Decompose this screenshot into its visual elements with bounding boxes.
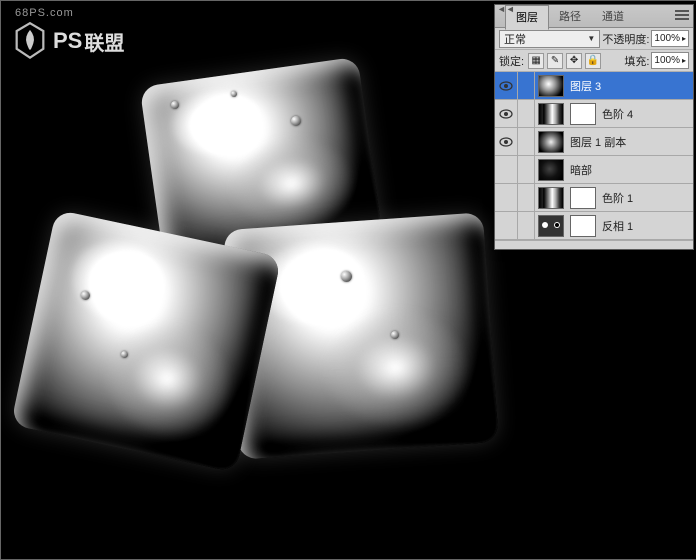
blend-opacity-row: 正常 ▼ 不透明度: 100%▸ (495, 28, 693, 50)
layer-name[interactable]: 图层 3 (570, 78, 601, 94)
flame-logo-icon (13, 21, 47, 61)
watermark-url: 68PS.com (15, 7, 124, 19)
lock-fill-row: 锁定: ▦ ✎ ✥ 🔒 填充: 100%▸ (495, 50, 693, 72)
layer-thumbnail[interactable] (538, 159, 564, 181)
watermark-brand-en: PS (53, 28, 82, 54)
lock-transparent-icon[interactable]: ▦ (528, 53, 544, 69)
ice-cube (11, 209, 282, 472)
tab-paths[interactable]: 路径 (549, 5, 592, 28)
layer-row[interactable]: 暗部 (495, 156, 693, 184)
lock-buttons: ▦ ✎ ✥ 🔒 (528, 53, 601, 69)
layer-name[interactable]: 色阶 1 (602, 190, 633, 206)
fill-label: 填充: (624, 53, 649, 69)
link-column[interactable] (518, 184, 535, 211)
layers-list: 图层 3 色阶 4 图层 1 副本 暗部 (495, 72, 693, 240)
lock-all-icon[interactable]: 🔒 (585, 53, 601, 69)
panel-tabs: ◄◄ 图层 路径 通道 (495, 5, 693, 28)
panel-menu-icon[interactable] (675, 9, 689, 24)
tab-channels[interactable]: 通道 (592, 5, 635, 28)
panel-footer (495, 240, 693, 249)
mask-thumbnail[interactable] (570, 187, 596, 209)
watermark: 68PS.com PS 联盟 (13, 7, 124, 61)
layer-row[interactable]: 图层 1 副本 (495, 128, 693, 156)
layer-thumbnail[interactable] (538, 75, 564, 97)
lock-pixels-icon[interactable]: ✎ (547, 53, 563, 69)
link-column[interactable] (518, 128, 535, 155)
visibility-toggle[interactable] (495, 184, 518, 211)
visibility-toggle[interactable] (495, 100, 518, 127)
adjustment-thumbnail[interactable] (538, 187, 564, 209)
layer-name[interactable]: 暗部 (570, 162, 592, 178)
chevron-icon: ▸ (682, 34, 686, 43)
link-column[interactable] (518, 100, 535, 127)
layer-row[interactable]: 反相 1 (495, 212, 693, 240)
layer-row[interactable]: 图层 3 (495, 72, 693, 100)
layer-row[interactable]: 色阶 1 (495, 184, 693, 212)
layer-thumbnail[interactable] (538, 131, 564, 153)
opacity-input[interactable]: 100%▸ (651, 30, 689, 47)
layer-name[interactable]: 图层 1 副本 (570, 134, 626, 150)
blend-mode-dropdown[interactable]: 正常 ▼ (499, 30, 600, 48)
layers-panel: ◄◄ 图层 路径 通道 正常 ▼ 不透明度: 100%▸ 锁定: ▦ ✎ (494, 4, 694, 250)
chevron-down-icon: ▼ (587, 34, 595, 43)
layer-name[interactable]: 反相 1 (602, 218, 633, 234)
chevron-icon: ▸ (682, 56, 686, 65)
canvas-content (31, 71, 481, 471)
link-column[interactable] (518, 212, 535, 239)
adjustment-thumbnail[interactable] (538, 215, 564, 237)
lock-label: 锁定: (499, 53, 524, 69)
layer-name[interactable]: 色阶 4 (602, 106, 633, 122)
layer-row[interactable]: 色阶 4 (495, 100, 693, 128)
mask-thumbnail[interactable] (570, 103, 596, 125)
link-column[interactable] (518, 72, 535, 99)
visibility-toggle[interactable] (495, 212, 518, 239)
collapse-icon[interactable]: ◄◄ (497, 4, 515, 14)
visibility-toggle[interactable] (495, 128, 518, 155)
mask-thumbnail[interactable] (570, 215, 596, 237)
app-window: 68PS.com PS 联盟 (0, 0, 696, 560)
visibility-toggle[interactable] (495, 72, 518, 99)
link-column[interactable] (518, 156, 535, 183)
lock-position-icon[interactable]: ✥ (566, 53, 582, 69)
adjustment-thumbnail[interactable] (538, 103, 564, 125)
opacity-label: 不透明度: (602, 31, 649, 47)
watermark-brand-cn: 联盟 (84, 27, 124, 56)
fill-input[interactable]: 100%▸ (651, 52, 689, 69)
visibility-toggle[interactable] (495, 156, 518, 183)
